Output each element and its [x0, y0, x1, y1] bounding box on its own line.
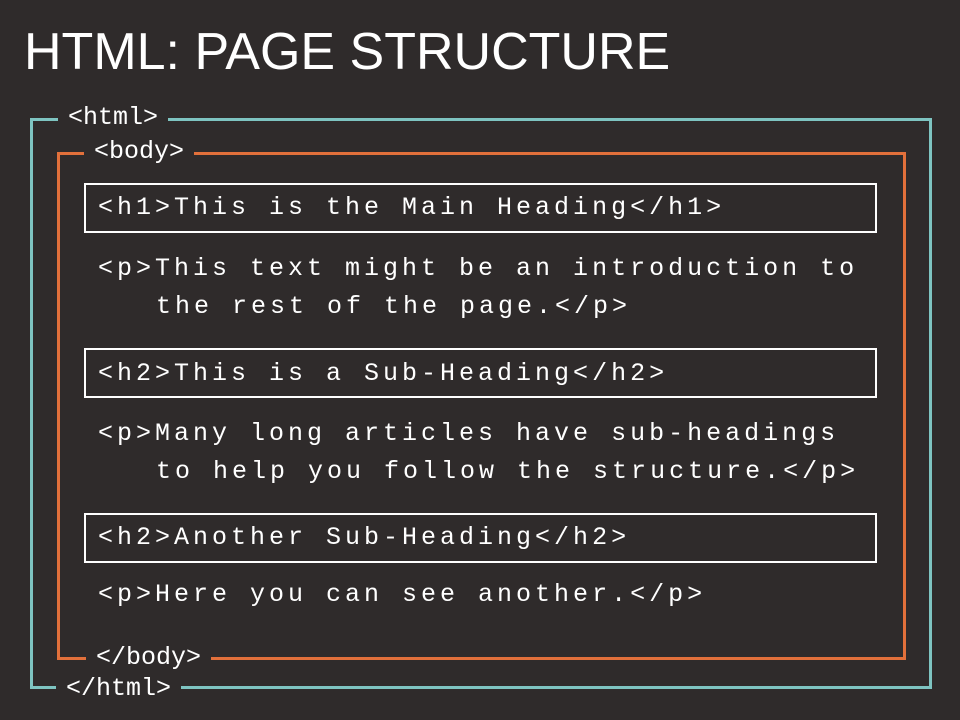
body-open-tag: <body>	[84, 137, 195, 167]
page-title: HTML: PAGE STRUCTURE	[24, 23, 671, 81]
html-open-tag: <html>	[58, 103, 169, 133]
h2-second-code-line: <h2>Another Sub-Heading</h2>	[98, 523, 631, 552]
p1-code-line-2: the rest of the page.</p>	[156, 292, 632, 321]
p2-code-line-1: <p>Many long articles have sub-headings	[98, 419, 840, 448]
p2-code-line-2: to help you follow the structure.</p>	[156, 457, 860, 486]
h1-code-line: <h1>This is the Main Heading</h1>	[98, 193, 726, 222]
page-structure-diagram: HTML: PAGE STRUCTURE <html> <body> </bod…	[0, 0, 960, 720]
p3-code-line-1: <p>Here you can see another.</p>	[98, 580, 707, 609]
body-close-tag: </body>	[86, 643, 212, 673]
p1-code-line-1: <p>This text might be an introduction to	[98, 254, 859, 283]
h2-first-code-line: <h2>This is a Sub-Heading</h2>	[98, 359, 669, 388]
html-close-tag: </html>	[56, 674, 182, 704]
